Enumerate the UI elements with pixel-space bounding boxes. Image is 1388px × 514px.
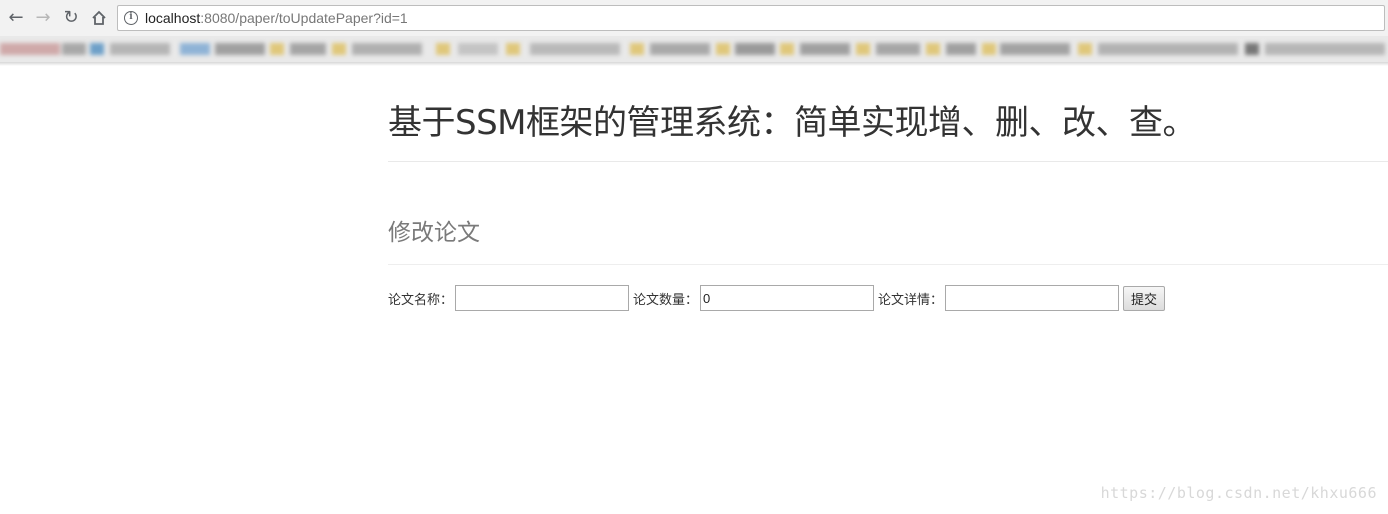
submit-button[interactable]: 提交	[1123, 285, 1166, 311]
info-icon[interactable]: i	[124, 11, 138, 25]
update-paper-form: 论文名称： 论文数量： 论文详情： 提交	[388, 285, 1166, 311]
back-icon[interactable]: ←	[6, 8, 26, 28]
forward-icon[interactable]: →	[33, 8, 53, 28]
bookmarks-blurred	[0, 36, 1388, 62]
home-icon[interactable]	[89, 8, 109, 28]
url-text[interactable]: localhost:8080/paper/toUpdatePaper?id=1	[145, 10, 408, 26]
page-header: 基于SSM框架的管理系统：简单实现增、删、改、查。	[388, 96, 1388, 162]
browser-toolbar: ← → ↻ i localhost:8080/paper/toUpdatePap…	[0, 0, 1388, 37]
paper-count-input[interactable]	[700, 285, 875, 311]
toolbar-shadow	[0, 62, 1388, 66]
paper-detail-label: 论文详情：	[878, 292, 944, 308]
url-path: :8080/paper/toUpdatePaper?id=1	[200, 10, 408, 26]
section-header: 修改论文	[388, 214, 1388, 265]
reload-icon[interactable]: ↻	[61, 8, 81, 28]
paper-name-label: 论文名称：	[388, 292, 454, 308]
url-host: localhost	[145, 10, 201, 26]
watermark: https://blog.csdn.net/khxu666	[1100, 484, 1377, 502]
page-title: 基于SSM框架的管理系统：简单实现增、删、改、查。	[388, 103, 1197, 143]
paper-count-label: 论文数量：	[633, 292, 699, 308]
bookmarks-bar	[0, 36, 1388, 62]
section-title: 修改论文	[388, 220, 480, 246]
paper-name-input[interactable]	[455, 285, 630, 311]
address-bar[interactable]: i localhost:8080/paper/toUpdatePaper?id=…	[117, 5, 1385, 31]
paper-detail-input[interactable]	[945, 285, 1120, 311]
